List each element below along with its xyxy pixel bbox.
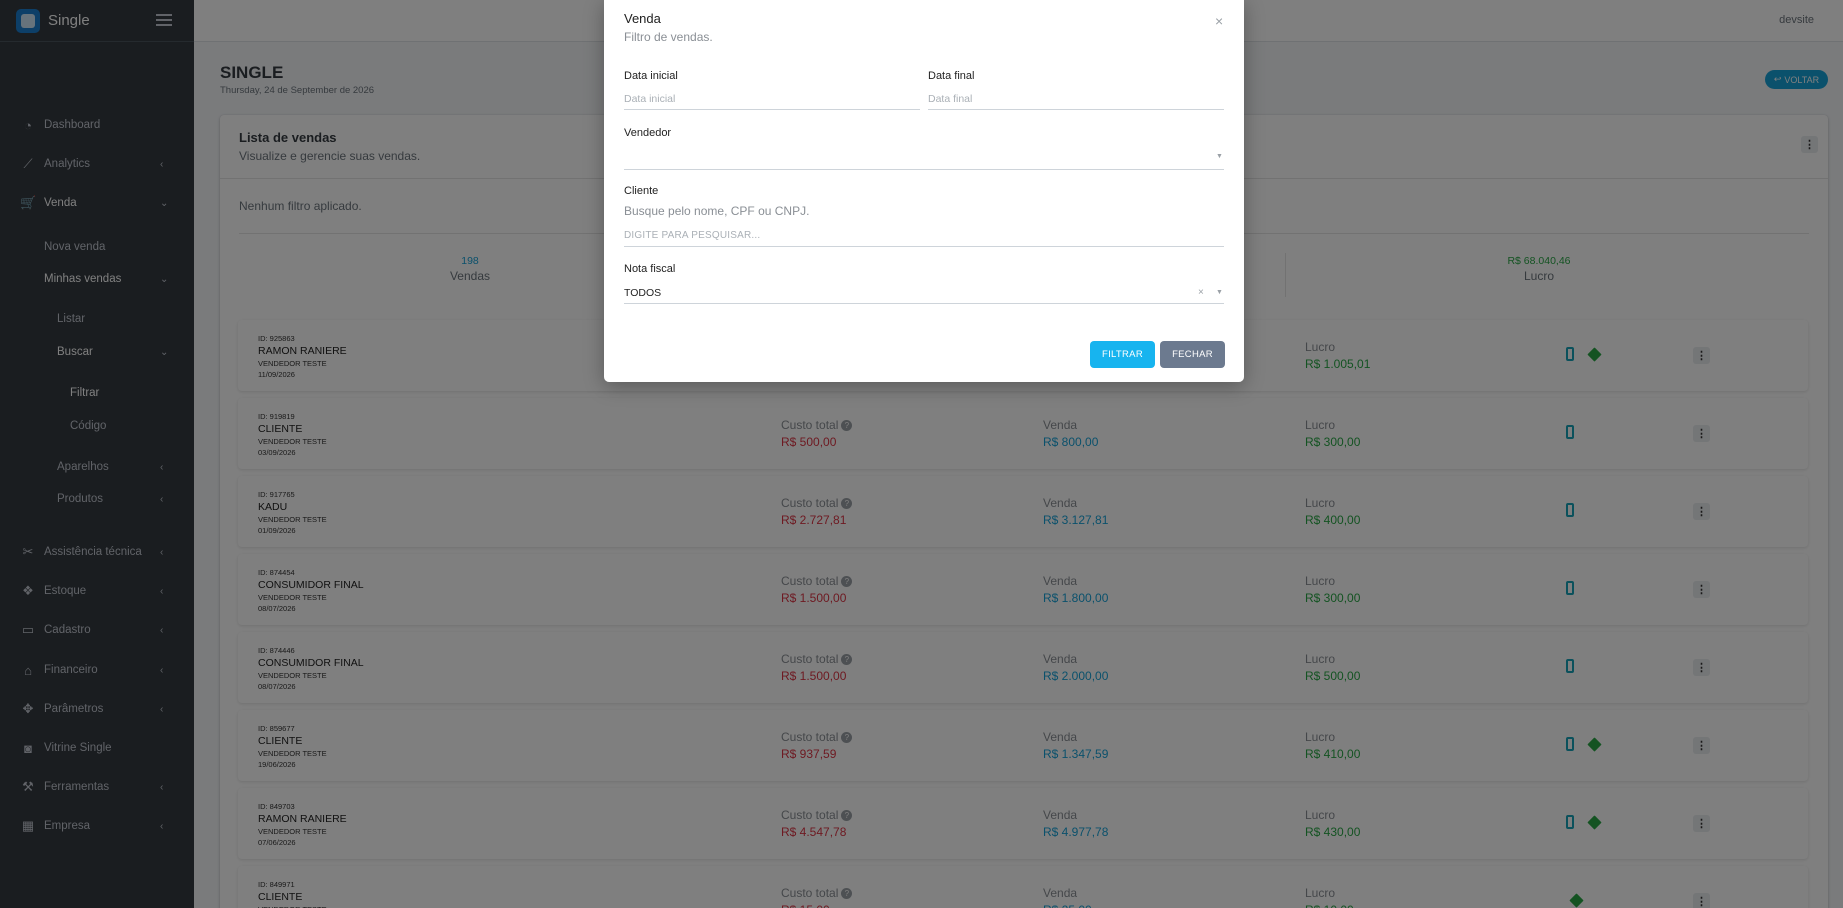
start-date-label: Data inicial <box>624 70 678 82</box>
invoice-label: Nota fiscal <box>624 263 676 275</box>
filter-button[interactable]: FILTRAR <box>1090 341 1155 368</box>
seller-label: Vendedor <box>624 127 672 139</box>
clear-icon[interactable]: × <box>1198 287 1204 298</box>
client-search-input[interactable]: DIGITE PARA PESQUISAR... <box>624 225 1224 247</box>
close-icon[interactable]: × <box>1215 13 1223 29</box>
close-button[interactable]: FECHAR <box>1160 341 1225 368</box>
filter-modal: Venda Filtro de vendas. × Data inicial D… <box>604 0 1244 382</box>
end-date-label: Data final <box>928 70 975 82</box>
chevron-down-icon[interactable]: ▼ <box>1216 289 1223 296</box>
client-help-text: Busque pelo nome, CPF ou CNPJ. <box>624 204 810 218</box>
chevron-down-icon[interactable]: ▼ <box>1216 153 1223 160</box>
end-date-input[interactable]: Data final <box>928 88 1224 110</box>
seller-select[interactable] <box>624 148 1224 170</box>
modal-title: Venda <box>624 11 661 26</box>
client-label: Cliente <box>624 185 659 197</box>
invoice-select[interactable]: TODOS <box>624 282 1224 304</box>
start-date-input[interactable]: Data inicial <box>624 88 920 110</box>
modal-subtitle: Filtro de vendas. <box>624 30 713 44</box>
